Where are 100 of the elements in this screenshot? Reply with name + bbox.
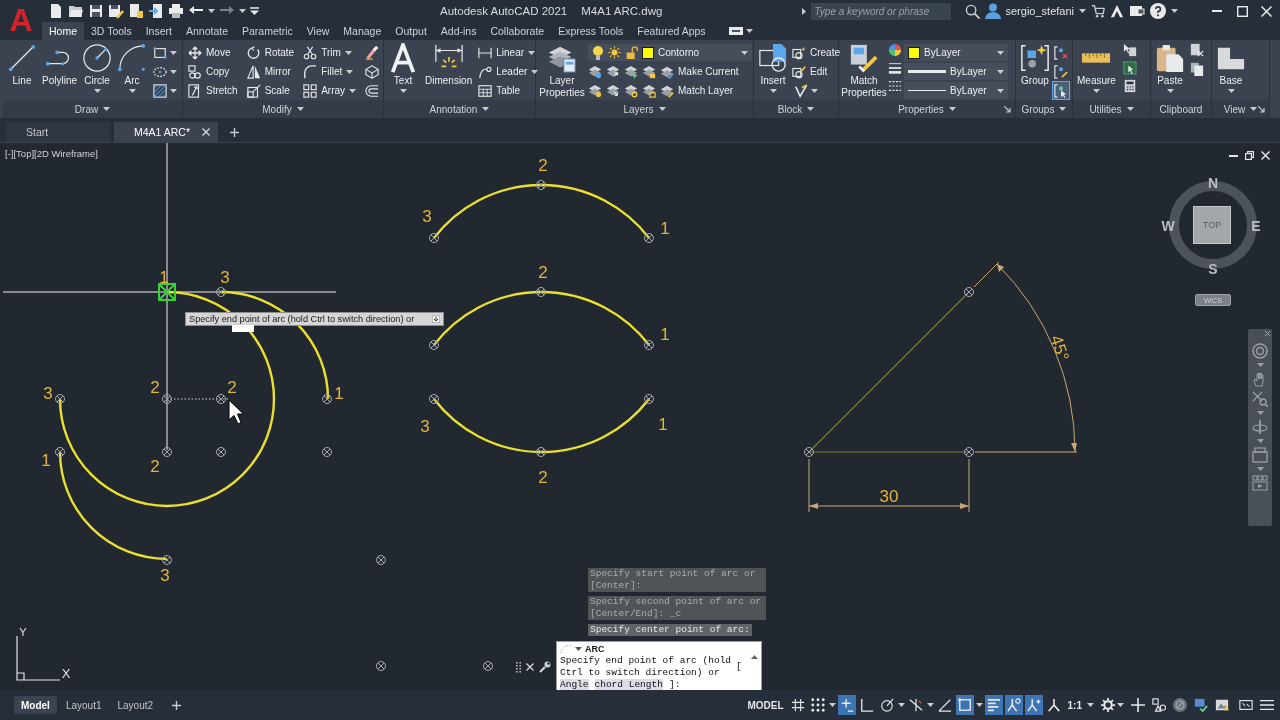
- file-tab[interactable]: Start: [6, 122, 110, 142]
- panel-title-button[interactable]: Draw: [74, 103, 111, 115]
- offset-icon[interactable]: [365, 83, 380, 98]
- layer-tool-icon[interactable]: [588, 83, 602, 98]
- viewport-control[interactable]: [Top]: [13, 148, 35, 159]
- autoscale-toggle[interactable]: [1024, 695, 1043, 715]
- shapes-icon[interactable]: [1152, 698, 1166, 712]
- model-space-button[interactable]: MODEL: [744, 699, 787, 711]
- property-dropdown[interactable]: ByLayer: [904, 82, 1008, 99]
- copy-button[interactable]: Copy: [188, 62, 238, 81]
- cube-icon[interactable]: [365, 64, 380, 79]
- caret-icon[interactable]: [897, 703, 905, 707]
- caret-icon[interactable]: [1171, 9, 1178, 13]
- steering-wheel-icon[interactable]: [1252, 343, 1268, 359]
- make-current-button[interactable]: Make Current: [660, 62, 739, 81]
- move-button[interactable]: Move: [188, 43, 238, 62]
- object-snap-toggle[interactable]: [955, 695, 974, 715]
- viewport-restore-icon[interactable]: [1245, 151, 1254, 160]
- viewport-control[interactable]: [-]: [5, 148, 14, 159]
- panel-title-button[interactable]: Clipboard: [1159, 103, 1203, 115]
- panel-title-button[interactable]: Block: [777, 103, 815, 115]
- exchange-icon[interactable]: [1129, 3, 1145, 19]
- plus-icon[interactable]: [172, 700, 182, 710]
- dynamic-input-toggle[interactable]: [837, 695, 856, 715]
- panel-title-button[interactable]: Utilities: [1089, 103, 1134, 115]
- layer-dropdown[interactable]: Contorno: [588, 44, 752, 61]
- new-file-icon[interactable]: [48, 3, 64, 19]
- panel-title-button[interactable]: Properties: [898, 103, 956, 115]
- compass-east-label[interactable]: E: [1251, 219, 1261, 233]
- cursor-panel-icon[interactable]: [1122, 43, 1137, 57]
- dynamic-input-field[interactable]: [232, 325, 254, 332]
- leader-button[interactable]: Leader: [478, 62, 539, 81]
- array-button[interactable]: Array: [303, 81, 357, 100]
- ribbon-tab[interactable]: Express Tools: [551, 22, 631, 40]
- send-document-icon[interactable]: [148, 3, 164, 19]
- panel-title-button[interactable]: Modify: [262, 103, 304, 115]
- panel-title-button[interactable]: View: [1223, 103, 1258, 115]
- isolate-circle-icon[interactable]: [1173, 698, 1187, 712]
- mirror-button[interactable]: Mirror: [246, 62, 295, 81]
- caret-icon[interactable]: [975, 703, 983, 707]
- caret-icon[interactable]: [1117, 703, 1124, 707]
- expand-arrow-icon[interactable]: [801, 7, 806, 15]
- caret-icon[interactable]: [208, 9, 215, 13]
- ribbon-tab[interactable]: Featured Apps: [630, 22, 713, 40]
- match-layer-button[interactable]: Match Layer: [660, 81, 734, 100]
- dialog-launcher-icon[interactable]: [1004, 105, 1011, 113]
- compass-south-label[interactable]: S: [1208, 262, 1218, 276]
- snap-toggle[interactable]: [808, 695, 827, 715]
- create-block-button[interactable]: Create: [792, 43, 840, 62]
- hatch-dropdown-button[interactable]: [151, 81, 180, 100]
- user-name[interactable]: sergio_stefani: [1005, 5, 1074, 17]
- trim-button[interactable]: Trim: [303, 43, 357, 62]
- ribbon-tab[interactable]: Insert: [138, 22, 179, 40]
- panel-toggle-icon[interactable]: [728, 27, 743, 35]
- wrench-icon[interactable]: [539, 661, 551, 673]
- caret-icon[interactable]: [1079, 9, 1086, 13]
- scroll-up-icon[interactable]: [751, 655, 758, 659]
- ribbon-tab[interactable]: Annotate: [178, 22, 235, 40]
- dimension-button[interactable]: Dimension: [424, 42, 474, 87]
- property-dropdown[interactable]: ByLayer: [904, 44, 1008, 61]
- cut-clipboard-icon[interactable]: [1190, 43, 1204, 57]
- paste-button[interactable]: Paste: [1154, 42, 1186, 93]
- fullscreen-icon[interactable]: [1239, 698, 1253, 712]
- picture-icon[interactable]: [1215, 698, 1229, 712]
- grip-dots-icon[interactable]: [516, 661, 521, 673]
- eraser-icon[interactable]: [365, 45, 380, 60]
- showmotion-icon[interactable]: [1252, 447, 1268, 463]
- layer-tool-icon[interactable]: [606, 64, 620, 79]
- match-properties-button[interactable]: Match Properties: [842, 42, 886, 99]
- stretch-button[interactable]: Stretch: [188, 81, 238, 100]
- rotate-button[interactable]: Rotate: [246, 43, 295, 62]
- linetype-icon[interactable]: [888, 79, 902, 93]
- lineweight-icon[interactable]: [888, 61, 902, 75]
- save-as-icon[interactable]: [108, 3, 124, 19]
- ribbon-tab[interactable]: Home: [42, 22, 84, 40]
- user-icon[interactable]: [984, 3, 1001, 19]
- dialog-launcher-icon[interactable]: [1258, 105, 1265, 113]
- insert-button[interactable]: Insert: [757, 42, 789, 93]
- color-wheel-icon[interactable]: [888, 43, 902, 57]
- close-icon[interactable]: [526, 663, 534, 671]
- zoom-extents-icon[interactable]: [1252, 391, 1268, 407]
- maximize-icon[interactable]: [1237, 5, 1248, 17]
- ribbon-tab[interactable]: Parametric: [235, 22, 300, 40]
- layer-tool-icon[interactable]: [642, 64, 656, 79]
- line-button[interactable]: Line: [6, 42, 38, 87]
- arrow-down-icon[interactable]: [432, 315, 441, 323]
- arc-button[interactable]: Arc: [116, 42, 149, 93]
- scale-button[interactable]: Scale: [246, 81, 295, 100]
- calculator-icon[interactable]: [1122, 79, 1137, 93]
- help-icon[interactable]: [1150, 3, 1166, 19]
- layer-tool-icon[interactable]: [642, 83, 656, 98]
- search-icon[interactable]: [964, 3, 980, 19]
- caret-icon[interactable]: [745, 29, 753, 33]
- layout-tab[interactable]: Layout1: [58, 696, 109, 714]
- group-selection-toggle[interactable]: [1052, 81, 1070, 100]
- menu-icon[interactable]: [1260, 698, 1274, 712]
- layer-tool-icon[interactable]: [624, 64, 638, 79]
- layer-tool-icon[interactable]: [588, 64, 602, 79]
- caret-icon[interactable]: [1087, 703, 1094, 707]
- text-button[interactable]: Text: [387, 42, 419, 93]
